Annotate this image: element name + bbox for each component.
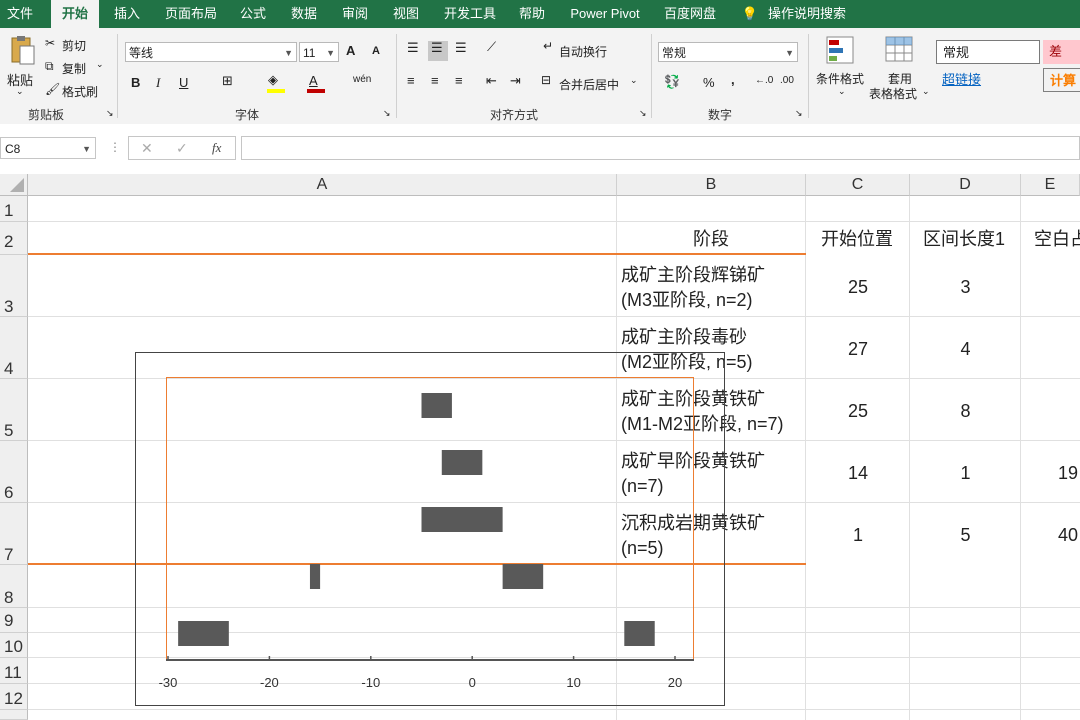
chart-bar[interactable] (178, 621, 229, 646)
chart-bar[interactable] (309, 564, 321, 589)
x-tick-label: 20 (667, 675, 683, 690)
x-tick-label: 0 (468, 675, 476, 690)
x-tick-label: -30 (158, 675, 178, 690)
chart-bar[interactable] (441, 450, 483, 475)
chart-bar[interactable] (421, 393, 452, 418)
x-tick-label: -20 (259, 675, 279, 690)
chart-bar[interactable] (624, 621, 655, 646)
chart-bar[interactable] (421, 507, 503, 532)
x-tick-label: 10 (566, 675, 581, 690)
chart-svg (166, 393, 694, 661)
chart-bar[interactable] (502, 564, 544, 589)
x-tick-label: -10 (361, 675, 381, 690)
